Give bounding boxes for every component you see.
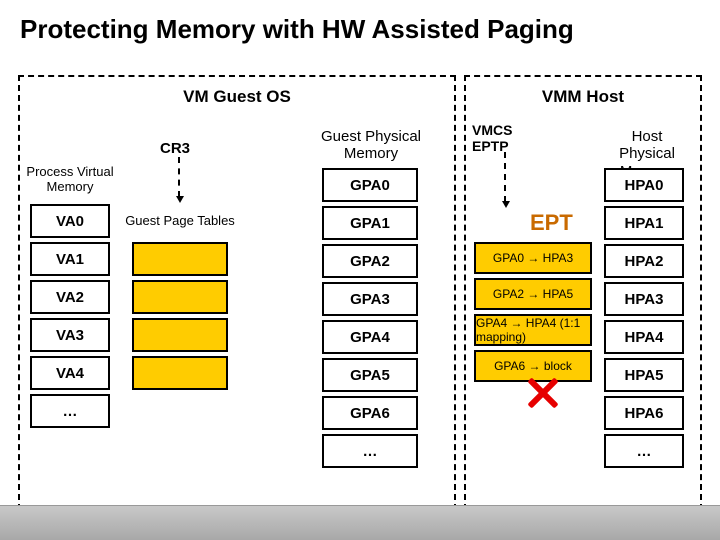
column-gpa: GPA0 GPA1 GPA2 GPA3 GPA4 GPA5 GPA6 … bbox=[322, 168, 418, 472]
gpa-cell: GPA0 bbox=[322, 168, 418, 202]
column-ept-entries: GPA0 → HPA3 GPA2 → HPA5 GPA4 → HPA4 (1:1… bbox=[474, 242, 592, 386]
hpa-cell: HPA4 bbox=[604, 320, 684, 354]
arrow-vmcs-to-ept-icon bbox=[504, 152, 506, 202]
page-title: Protecting Memory with HW Assisted Pagin… bbox=[20, 14, 574, 45]
gpa-cell: GPA1 bbox=[322, 206, 418, 240]
gpa-cell: GPA4 bbox=[322, 320, 418, 354]
va-cell: VA3 bbox=[30, 318, 110, 352]
va-cell: … bbox=[30, 394, 110, 428]
column-va: VA0 VA1 VA2 VA3 VA4 … bbox=[30, 204, 110, 432]
panel-heading-right: VMM Host bbox=[466, 87, 700, 107]
panel-heading-left: VM Guest OS bbox=[20, 87, 454, 107]
hpa-cell: … bbox=[604, 434, 684, 468]
arrow-cr3-to-gpt-icon bbox=[178, 157, 180, 197]
column-hpa: HPA0 HPA1 HPA2 HPA3 HPA4 HPA5 HPA6 … bbox=[604, 168, 684, 472]
gpa-cell: GPA2 bbox=[322, 244, 418, 278]
column-guest-page-tables bbox=[132, 204, 228, 394]
gpa-cell: GPA5 bbox=[322, 358, 418, 392]
label-ept: EPT bbox=[530, 210, 573, 236]
va-cell: VA4 bbox=[30, 356, 110, 390]
hpa-cell: HPA2 bbox=[604, 244, 684, 278]
footer-strip bbox=[0, 505, 720, 540]
va-cell: VA1 bbox=[30, 242, 110, 276]
blocked-cross-icon bbox=[528, 380, 554, 406]
gpt-cell bbox=[132, 242, 228, 276]
label-vmcs-eptp: VMCS EPTP bbox=[472, 122, 532, 154]
gpa-cell: GPA6 bbox=[322, 396, 418, 430]
va-cell: VA0 bbox=[30, 204, 110, 238]
gpa-cell: … bbox=[322, 434, 418, 468]
hpa-cell: HPA0 bbox=[604, 168, 684, 202]
va-cell: VA2 bbox=[30, 280, 110, 314]
hpa-cell: HPA3 bbox=[604, 282, 684, 316]
hpa-cell: HPA1 bbox=[604, 206, 684, 240]
hpa-cell: HPA6 bbox=[604, 396, 684, 430]
label-cr3: CR3 bbox=[135, 140, 215, 157]
gpt-cell bbox=[132, 280, 228, 314]
hpa-cell: HPA5 bbox=[604, 358, 684, 392]
label-process-virtual-memory: Process Virtual Memory bbox=[20, 165, 120, 195]
label-guest-physical-memory: Guest Physical Memory bbox=[316, 128, 426, 163]
ept-entry-cell: GPA2 → HPA5 bbox=[474, 278, 592, 310]
ept-entry-cell: GPA6 → block bbox=[474, 350, 592, 382]
gpa-cell: GPA3 bbox=[322, 282, 418, 316]
gpt-header-spacer bbox=[132, 204, 228, 238]
gpt-cell bbox=[132, 318, 228, 352]
ept-entry-cell: GPA4 → HPA4 (1:1 mapping) bbox=[474, 314, 592, 346]
slide: Protecting Memory with HW Assisted Pagin… bbox=[0, 0, 720, 540]
gpt-cell bbox=[132, 356, 228, 390]
ept-entry-cell: GPA0 → HPA3 bbox=[474, 242, 592, 274]
